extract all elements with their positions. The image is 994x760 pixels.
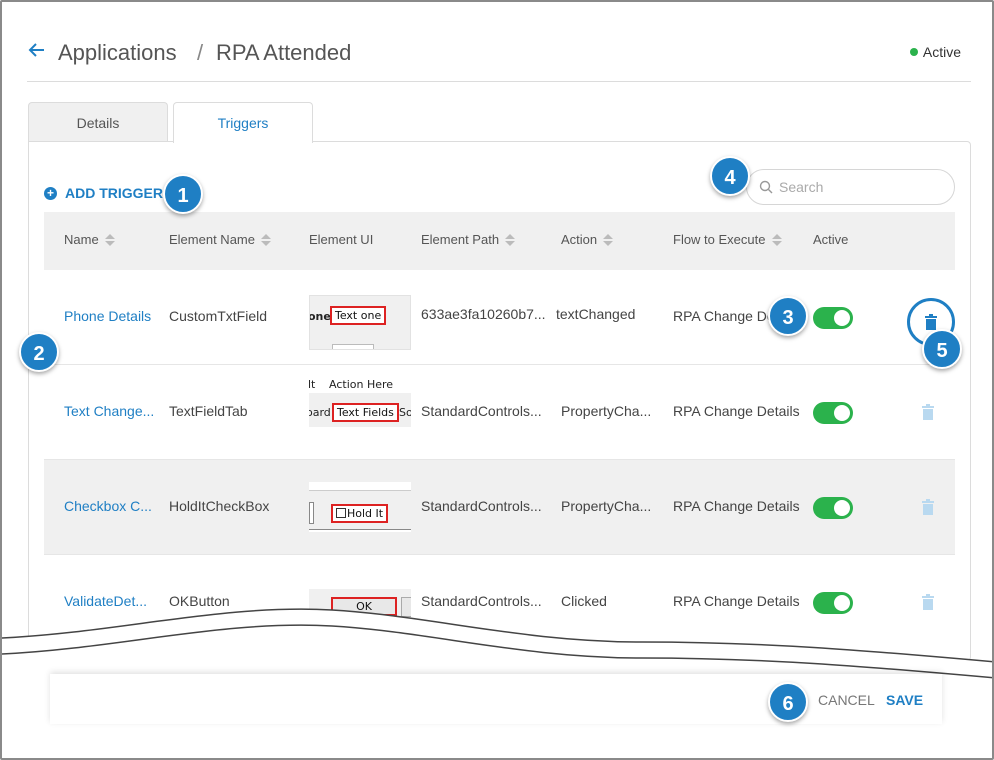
- column-label: Flow to Execute: [673, 232, 766, 247]
- active-toggle[interactable]: [813, 402, 853, 424]
- add-trigger-label: ADD TRIGGER: [65, 185, 163, 201]
- search-box[interactable]: [746, 169, 955, 205]
- table-header: Name Element Name Element UI Element Pat…: [44, 212, 955, 270]
- sort-icon[interactable]: [104, 233, 115, 246]
- breadcrumb-separator: /: [197, 40, 204, 65]
- column-header-name[interactable]: Name: [64, 232, 115, 247]
- sort-icon[interactable]: [603, 233, 614, 246]
- callout-2: 2: [19, 332, 59, 372]
- app-window: Applications / RPA Attended Active Detai…: [0, 0, 994, 760]
- element-name: CustomTxtField: [169, 308, 268, 324]
- column-header-action[interactable]: Action: [561, 232, 614, 247]
- add-trigger-button[interactable]: + ADD TRIGGER: [44, 185, 163, 201]
- element-ui-thumbnail: lt Action Here oard Text Fields So: [309, 373, 411, 433]
- callout-3: 3: [768, 296, 808, 336]
- element-ui-field: [332, 344, 374, 349]
- column-label: Active: [813, 232, 849, 247]
- element-ui-highlight: Hold It: [331, 504, 389, 523]
- callout-1: 1: [163, 174, 203, 214]
- search-icon: [759, 180, 773, 194]
- trigger-name-link[interactable]: Text Change...: [64, 403, 154, 419]
- element-ui-fragment: lt: [309, 378, 316, 391]
- active-toggle[interactable]: [813, 307, 853, 329]
- action: textChanged: [556, 306, 636, 322]
- column-label: Action: [561, 232, 598, 247]
- callout-5: 5: [922, 329, 962, 369]
- column-header-active: Active: [813, 232, 848, 247]
- table-row: Checkbox C... HoldItCheckBox Hold It Sta…: [44, 460, 955, 555]
- column-header-element-name[interactable]: Element Name: [169, 232, 271, 247]
- table-row: Phone Details CustomTxtField one Text on…: [44, 270, 955, 365]
- status-label: Active: [922, 44, 961, 60]
- element-ui-fragment: one: [309, 310, 331, 323]
- page-header: Applications / RPA Attended Active: [27, 30, 971, 82]
- callout-4: 4: [710, 156, 750, 196]
- breadcrumb-applications[interactable]: Applications: [58, 40, 177, 66]
- trigger-name-link[interactable]: Phone Details: [64, 308, 151, 324]
- tab-triggers[interactable]: Triggers: [173, 102, 313, 143]
- element-ui-field: [309, 502, 314, 524]
- table-row: Text Change... TextFieldTab lt Action He…: [44, 365, 955, 460]
- element-ui-thumbnail: one Text one: [309, 295, 411, 350]
- action: PropertyCha...: [561, 403, 652, 419]
- callout-6: 6: [768, 682, 808, 722]
- flow-to-execute: RPA Change Details: [673, 498, 800, 514]
- action: PropertyCha...: [561, 498, 652, 514]
- element-ui-thumbnail: Hold It: [309, 482, 411, 532]
- footer-bar: CANCEL SAVE: [50, 674, 942, 724]
- column-label: Element UI: [309, 232, 374, 247]
- column-label: Name: [64, 232, 99, 247]
- element-ui-label: Hold It: [347, 507, 384, 520]
- checkbox-icon: [336, 508, 346, 518]
- element-name: HoldItCheckBox: [169, 498, 270, 514]
- trigger-name-link[interactable]: Checkbox C...: [64, 498, 152, 514]
- status-badge: Active: [909, 44, 961, 60]
- column-header-element-path[interactable]: Element Path: [421, 232, 516, 247]
- column-label: Element Path: [421, 232, 500, 247]
- column-header-element-ui: Element UI: [309, 232, 373, 247]
- back-arrow-icon[interactable]: [27, 40, 47, 60]
- flow-to-execute: RPA Change Details: [673, 403, 800, 419]
- trash-icon[interactable]: [921, 404, 935, 420]
- element-name: TextFieldTab: [169, 403, 248, 419]
- save-button[interactable]: SAVE: [886, 692, 923, 708]
- element-path: StandardControls...: [421, 498, 542, 514]
- page-title: RPA Attended: [216, 40, 352, 65]
- torn-edge-graphic: [2, 608, 992, 682]
- sort-icon[interactable]: [260, 233, 271, 246]
- element-ui-highlight: Text one: [330, 306, 387, 325]
- sort-icon[interactable]: [505, 233, 516, 246]
- column-header-flow[interactable]: Flow to Execute: [673, 232, 782, 247]
- column-label: Element Name: [169, 232, 255, 247]
- active-toggle[interactable]: [813, 497, 853, 519]
- element-path: StandardControls...: [421, 403, 542, 419]
- element-ui-fragment: So: [399, 406, 411, 419]
- tab-details[interactable]: Details: [28, 102, 168, 142]
- search-input[interactable]: [779, 179, 939, 195]
- status-dot-icon: [909, 48, 918, 56]
- element-ui-fragment: oard: [309, 406, 331, 419]
- plus-circle-icon: +: [44, 186, 57, 200]
- element-ui-fragment: Action Here: [329, 378, 394, 391]
- element-ui-highlight: Text Fields: [332, 403, 399, 422]
- cancel-button[interactable]: CANCEL: [818, 692, 875, 708]
- element-path: 633ae3fa10260b7...: [421, 306, 546, 322]
- flow-to-execute: RPA Change Det: [673, 308, 779, 324]
- sort-icon[interactable]: [771, 233, 782, 246]
- trash-icon[interactable]: [921, 499, 935, 515]
